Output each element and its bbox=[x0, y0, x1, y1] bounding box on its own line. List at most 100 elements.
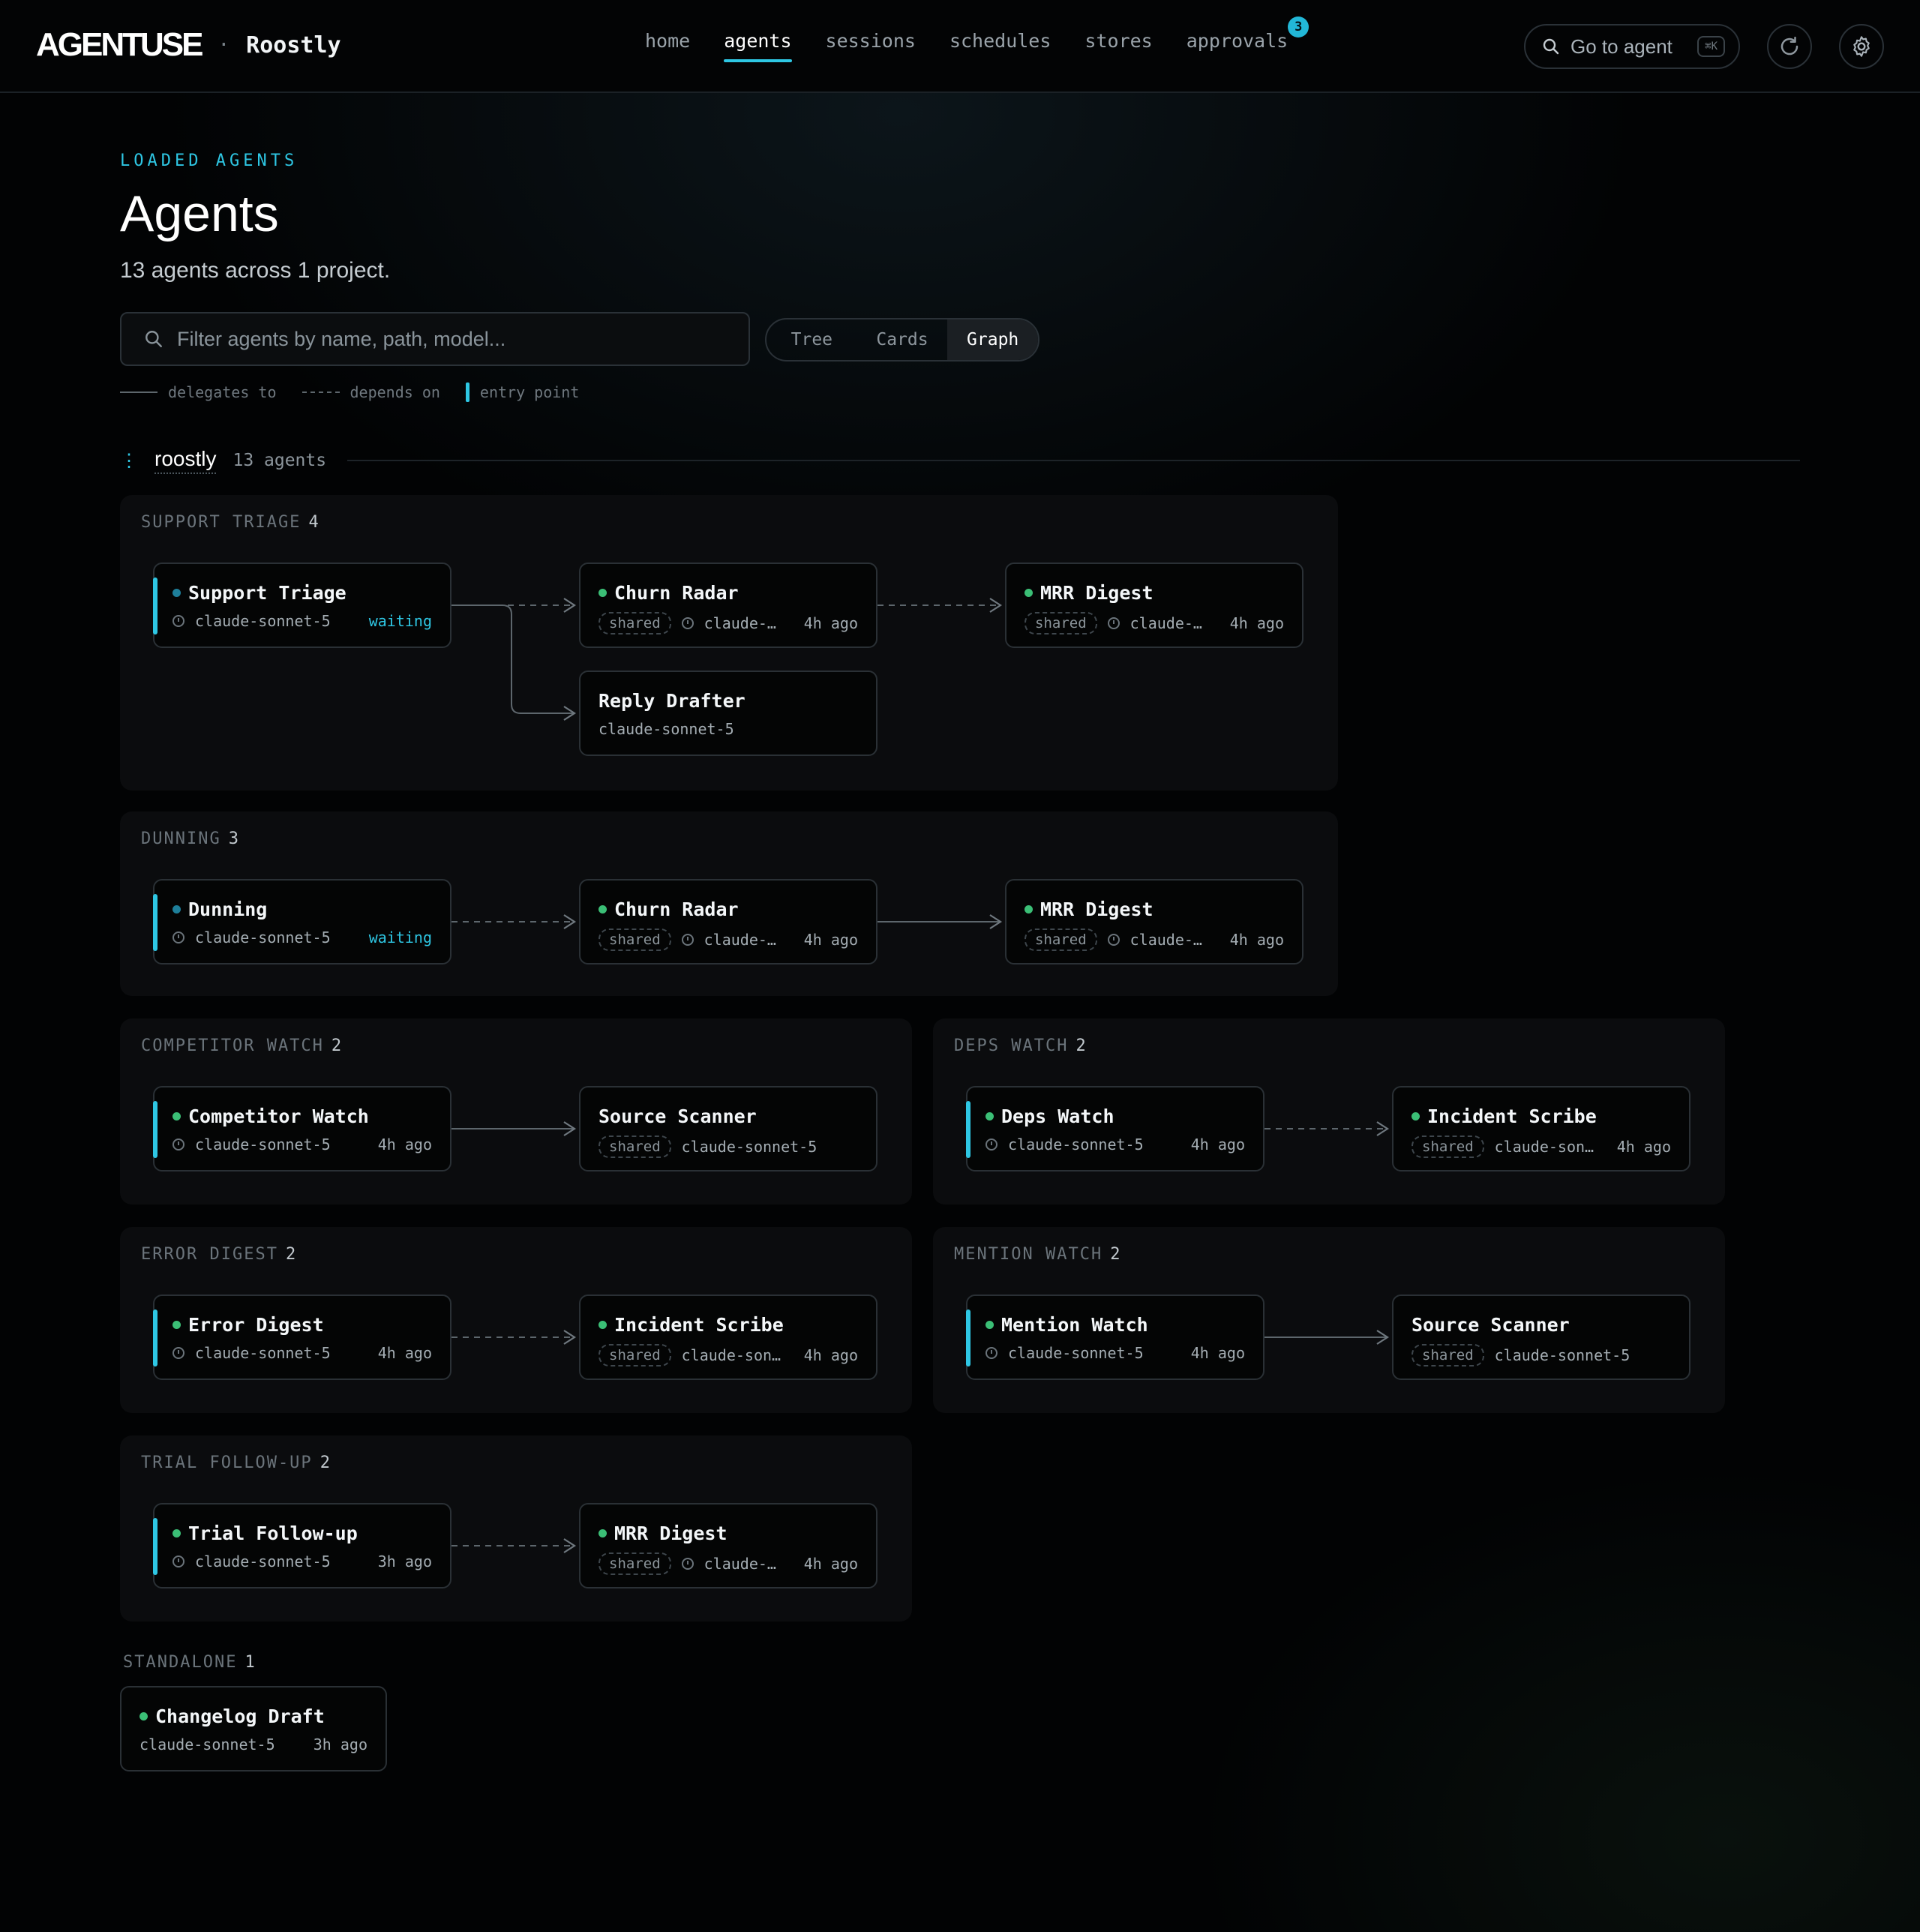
agent-card-trial-follow-up[interactable]: Trial Follow-up claude-sonnet-5 3h ago bbox=[153, 1503, 452, 1588]
nav-sessions[interactable]: sessions bbox=[826, 30, 916, 62]
agent-name-text: Churn Radar bbox=[614, 898, 739, 920]
status-dot bbox=[1024, 905, 1033, 914]
clock-icon bbox=[172, 1347, 184, 1359]
status-dot bbox=[986, 1112, 994, 1120]
status-dot bbox=[172, 589, 181, 597]
settings-button[interactable] bbox=[1839, 24, 1884, 69]
agent-name: Source Scanner bbox=[598, 1106, 757, 1127]
agent-name-text: Source Scanner bbox=[1412, 1314, 1570, 1336]
agent-card-churn-radar[interactable]: Churn Radar shared claude-… 4h ago bbox=[579, 562, 878, 648]
filter-input[interactable] bbox=[177, 327, 702, 351]
agent-model: claude-… bbox=[704, 931, 776, 949]
agent-name-text: Error Digest bbox=[188, 1314, 324, 1336]
agent-card-changelog-draft[interactable]: Changelog Draft claude-sonnet-5 3h ago bbox=[120, 1686, 387, 1772]
agent-status: 3h ago bbox=[313, 1736, 368, 1754]
clock-icon bbox=[1107, 934, 1120, 946]
view-toggle: Tree Cards Graph bbox=[765, 318, 1040, 362]
agent-card-support-triage[interactable]: Support Triage claude-sonnet-5 waiting bbox=[153, 562, 452, 648]
standalone-count: 1 bbox=[244, 1653, 255, 1672]
view-graph-button[interactable]: Graph bbox=[947, 320, 1038, 360]
agent-name: Source Scanner bbox=[1412, 1314, 1570, 1336]
agent-meta: claude-sonnet-5 waiting bbox=[172, 612, 432, 630]
agent-card-source-scanner[interactable]: Source Scanner shared claude-sonnet-5 bbox=[579, 1086, 878, 1172]
agent-card-mrr-digest[interactable]: MRR Digest shared claude-… 4h ago bbox=[579, 1503, 878, 1588]
agent-model: claude-son… bbox=[681, 1346, 782, 1364]
refresh-button[interactable] bbox=[1767, 24, 1812, 69]
view-cards-button[interactable]: Cards bbox=[857, 320, 948, 360]
legend-entry-bar bbox=[465, 382, 470, 402]
agent-meta: claude-sonnet-5 bbox=[598, 720, 858, 738]
edge-delegates bbox=[452, 604, 574, 714]
agent-model: claude-sonnet-5 bbox=[195, 612, 331, 630]
nav-schedules[interactable]: schedules bbox=[950, 30, 1051, 62]
brand: AGENTUSE · Roostly bbox=[36, 28, 341, 62]
project-link[interactable]: roostly bbox=[154, 447, 217, 474]
clock-icon bbox=[172, 615, 184, 627]
agent-card-error-digest[interactable]: Error Digest claude-sonnet-5 4h ago bbox=[153, 1294, 452, 1380]
nav-approvals-label: approvals bbox=[1186, 30, 1288, 52]
search-icon bbox=[146, 331, 162, 347]
shared-badge: shared bbox=[1024, 612, 1097, 634]
agent-model: claude-… bbox=[1130, 931, 1202, 949]
status-dot bbox=[598, 905, 607, 914]
approvals-count-badge: 3 bbox=[1288, 16, 1310, 38]
agent-status: 4h ago bbox=[803, 1346, 858, 1364]
agent-card-reply-drafter[interactable]: Reply Drafter claude-sonnet-5 bbox=[579, 670, 878, 756]
view-tree-button[interactable]: Tree bbox=[766, 320, 857, 360]
agent-model: claude-sonnet-5 bbox=[195, 1136, 331, 1154]
agent-card-competitor-watch[interactable]: Competitor Watch claude-sonnet-5 4h ago bbox=[153, 1086, 452, 1172]
agent-name: Support Triage bbox=[172, 582, 346, 604]
shortcut-hint: ⌘K bbox=[1697, 36, 1725, 57]
agent-meta: shared claude-sonnet-5 bbox=[598, 1136, 858, 1158]
agent-meta: shared claude-… 4h ago bbox=[598, 612, 858, 634]
main-nav: home agents sessions schedules stores ap… bbox=[645, 16, 1310, 62]
agent-model: claude-sonnet-5 bbox=[1008, 1344, 1144, 1362]
agent-card-mrr-digest[interactable]: MRR Digest shared claude-… 4h ago bbox=[1005, 879, 1304, 964]
agent-card-mrr-digest[interactable]: MRR Digest shared claude-… 4h ago bbox=[1005, 562, 1304, 648]
standalone-label: STANDALONE 1 bbox=[123, 1653, 255, 1672]
agent-card-mention-watch[interactable]: Mention Watch claude-sonnet-5 4h ago bbox=[966, 1294, 1264, 1380]
shared-badge: shared bbox=[1412, 1136, 1484, 1158]
agent-name-text: MRR Digest bbox=[1040, 582, 1154, 604]
agent-name: Churn Radar bbox=[598, 582, 739, 604]
agent-model: claude-son… bbox=[1494, 1138, 1594, 1156]
nav-stores[interactable]: stores bbox=[1084, 30, 1152, 62]
agent-name: Deps Watch bbox=[986, 1106, 1114, 1127]
nav-agents[interactable]: agents bbox=[724, 30, 792, 62]
nav-approvals[interactable]: approvals 3 bbox=[1186, 16, 1310, 62]
agent-card-incident-scribe[interactable]: Incident Scribe shared claude-son… 4h ago bbox=[579, 1294, 878, 1380]
agent-model: claude-sonnet-5 bbox=[1008, 1136, 1144, 1154]
agent-model: claude-sonnet-5 bbox=[140, 1736, 275, 1754]
search-icon bbox=[1543, 38, 1559, 55]
agent-card-deps-watch[interactable]: Deps Watch claude-sonnet-5 4h ago bbox=[966, 1086, 1264, 1172]
go-to-agent-label: Go to agent bbox=[1570, 34, 1672, 58]
clock-icon bbox=[172, 932, 184, 944]
shared-badge: shared bbox=[598, 612, 671, 634]
agentuse-logo[interactable]: AGENTUSE bbox=[36, 28, 203, 62]
status-dot bbox=[1412, 1112, 1420, 1120]
shared-badge: shared bbox=[598, 1344, 671, 1366]
legend-entry-label: entry point bbox=[479, 383, 580, 401]
agent-card-source-scanner[interactable]: Source Scanner shared claude-sonnet-5 bbox=[1392, 1294, 1690, 1380]
agent-model: claude-sonnet-5 bbox=[598, 720, 734, 738]
agent-name-text: Deps Watch bbox=[1001, 1106, 1114, 1127]
project-header: ⋮ roostly 13 agents bbox=[120, 447, 1800, 474]
shared-badge: shared bbox=[1412, 1344, 1484, 1366]
project-name[interactable]: Roostly bbox=[246, 32, 340, 58]
agent-status: 4h ago bbox=[803, 931, 858, 949]
drag-handle-icon[interactable]: ⋮ bbox=[120, 450, 138, 471]
agent-card-dunning[interactable]: Dunning claude-sonnet-5 waiting bbox=[153, 879, 452, 964]
agent-card-incident-scribe[interactable]: Incident Scribe shared claude-son… 4h ago bbox=[1392, 1086, 1690, 1172]
agent-status: 4h ago bbox=[1616, 1138, 1671, 1156]
agent-meta: shared claude-son… 4h ago bbox=[1412, 1136, 1671, 1158]
agent-meta: claude-sonnet-5 3h ago bbox=[140, 1736, 368, 1754]
go-to-agent-button[interactable]: Go to agent ⌘K bbox=[1524, 24, 1740, 69]
section-eyebrow: LOADED AGENTS bbox=[120, 152, 298, 170]
agent-name: Changelog Draft bbox=[140, 1706, 325, 1727]
agent-card-churn-radar[interactable]: Churn Radar shared claude-… 4h ago bbox=[579, 879, 878, 964]
filter-field[interactable] bbox=[120, 312, 750, 366]
shared-badge: shared bbox=[598, 1136, 671, 1158]
status-dot bbox=[598, 1529, 607, 1538]
nav-home[interactable]: home bbox=[645, 30, 690, 62]
agent-status: 3h ago bbox=[377, 1552, 432, 1570]
